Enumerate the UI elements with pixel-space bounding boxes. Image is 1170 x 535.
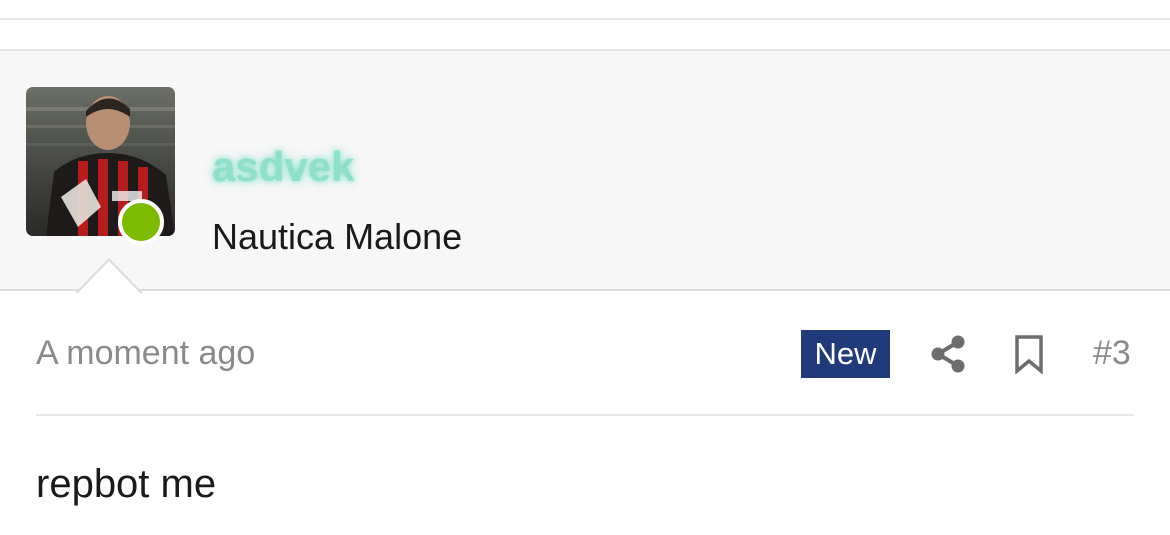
online-status-indicator <box>118 199 164 245</box>
avatar-container[interactable] <box>26 87 175 245</box>
username-link[interactable]: asdvek <box>212 146 354 188</box>
post-timestamp[interactable]: A moment ago <box>36 336 255 370</box>
meta-divider <box>36 414 1134 416</box>
post-number-link[interactable]: #3 <box>1093 336 1131 370</box>
post-body-text: repbot me <box>36 462 217 506</box>
header-pointer <box>77 261 141 294</box>
top-strip <box>0 0 1170 20</box>
user-title: Nautica Malone <box>212 216 463 257</box>
post-author-header: asdvek Nautica Malone <box>0 49 1170 291</box>
new-badge: New <box>801 330 890 378</box>
share-icon[interactable] <box>929 334 969 374</box>
bookmark-icon[interactable] <box>1011 334 1047 374</box>
post-meta-row: A moment ago New #3 <box>36 330 1134 378</box>
